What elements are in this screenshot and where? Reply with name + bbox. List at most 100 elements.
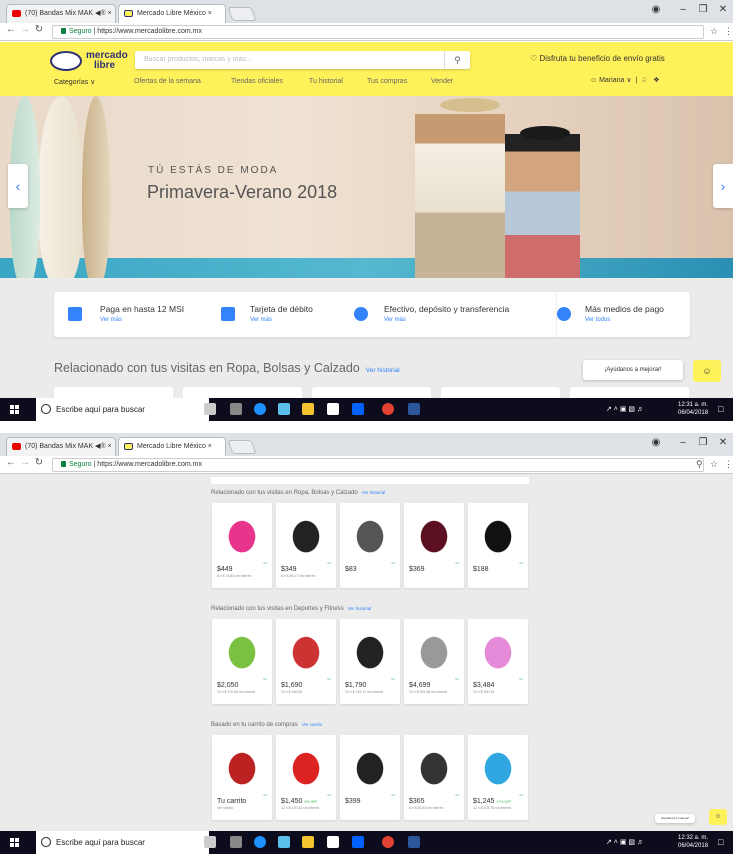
product-card[interactable]: ▭ $349 6 x $ 58.17 sin interés: [276, 503, 336, 588]
menu-historial[interactable]: Tu historial: [309, 78, 343, 85]
feedback-smile-icon[interactable]: ☺: [693, 360, 721, 382]
store-icon[interactable]: [327, 836, 339, 848]
product-card[interactable]: ▭ $369: [404, 503, 464, 588]
section-link[interactable]: Ver historial: [362, 490, 386, 495]
product-image[interactable]: [410, 740, 458, 792]
product-card[interactable]: ▭ $188: [468, 503, 528, 588]
search-icon[interactable]: ⚲: [444, 51, 470, 69]
windows-start-icon[interactable]: [10, 838, 20, 848]
product-image[interactable]: [346, 740, 394, 792]
profile-icon[interactable]: ◉: [645, 0, 667, 20]
notifications-icon[interactable]: □: [718, 398, 723, 421]
taskbar-search-2[interactable]: Escribe aquí para buscar: [36, 831, 209, 854]
taskbar-search[interactable]: Escribe aquí para buscar: [36, 398, 209, 421]
menu-dots-icon[interactable]: ⋮: [724, 26, 733, 37]
minimize-button[interactable]: –: [672, 433, 694, 453]
product-image[interactable]: [218, 624, 266, 676]
product-card[interactable]: ▭ Tu carrito Ver carrito: [212, 735, 272, 820]
people-icon[interactable]: [278, 403, 290, 415]
store-icon[interactable]: [327, 403, 339, 415]
product-image[interactable]: [282, 508, 330, 560]
tab-mercadolibre-2[interactable]: Mercado Libre México ×: [118, 437, 226, 456]
mic-icon[interactable]: [204, 403, 216, 415]
tab-youtube-2[interactable]: (70) Bandas Mix MAK ◀® ×: [6, 437, 116, 456]
ver-historial-link[interactable]: Ver historial: [366, 367, 400, 374]
task-view-icon[interactable]: [230, 403, 242, 415]
user-menu[interactable]: ☺ Mariana ∨ | ♤ ❖: [590, 76, 659, 84]
back-icon[interactable]: ←: [4, 457, 18, 468]
back-icon[interactable]: ←: [4, 24, 18, 35]
system-tray[interactable]: ↗ ˄ ▣ ▧ ♬: [606, 398, 644, 421]
payment-debit[interactable]: Tarjeta de débito Ver más: [221, 292, 351, 337]
notifications-icon[interactable]: □: [718, 831, 723, 854]
product-image[interactable]: [474, 624, 522, 676]
zoom-icon[interactable]: ⚲: [696, 459, 703, 470]
carousel-prev-button[interactable]: ‹: [8, 164, 28, 208]
menu-tiendas[interactable]: Tiendas oficiales: [231, 78, 283, 85]
dropbox-icon[interactable]: [352, 403, 364, 415]
section-link[interactable]: Ver historial: [348, 606, 372, 611]
section-link[interactable]: Ver carrito: [302, 722, 323, 727]
product-image[interactable]: [346, 624, 394, 676]
product-card[interactable]: ▭ $1,790 12 x $ 149.17 sin interés: [340, 619, 400, 704]
product-image[interactable]: [218, 508, 266, 560]
payment-cash[interactable]: Efectivo, depósito y transferencia Ver m…: [354, 292, 539, 337]
windows-start-icon[interactable]: [10, 405, 20, 415]
product-card[interactable]: ▭ $365 6 x $ 60.83 sin interés: [404, 735, 464, 820]
url-field[interactable]: Seguro | https://www.mercadolibre.com.mx: [52, 25, 704, 39]
reload-icon[interactable]: ↻: [32, 457, 46, 468]
menu-compras[interactable]: Tus compras: [367, 78, 407, 85]
tab-youtube[interactable]: (70) Bandas Mix MAK ◀® ×: [6, 4, 116, 23]
cart-icon[interactable]: ❖: [653, 77, 659, 84]
product-image[interactable]: [474, 740, 522, 792]
explorer-icon[interactable]: [302, 836, 314, 848]
chrome-icon[interactable]: [382, 836, 394, 848]
product-image[interactable]: [474, 508, 522, 560]
edge-icon[interactable]: [254, 403, 266, 415]
product-image[interactable]: [282, 624, 330, 676]
product-card[interactable]: ▭ $1,450 9% OFF 12 x $ 120.83 sin interés: [276, 735, 336, 820]
bookmark-star-icon[interactable]: ☆: [710, 26, 718, 37]
free-shipping-banner[interactable]: ♡ Disfruta tu beneficio de envío gratis: [530, 54, 665, 63]
forward-icon[interactable]: →: [18, 24, 32, 35]
menu-dots-icon[interactable]: ⋮: [724, 459, 733, 470]
feedback-button[interactable]: ¡Ayúdanos a mejorar!: [583, 360, 683, 380]
close-window-button[interactable]: ✕: [712, 433, 733, 453]
product-card[interactable]: ▭ $2,050 12 x $ 170.83 sin interés: [212, 619, 272, 704]
maximize-button[interactable]: ❐: [692, 0, 714, 20]
product-card[interactable]: ▭ $4,699 12 x $ 391.58 sin interés: [404, 619, 464, 704]
feedback-button-2[interactable]: ¡Ayúdanos a mejorar!: [655, 814, 695, 823]
search-input[interactable]: Buscar productos, marcas y más... ⚲: [135, 51, 470, 69]
maximize-button[interactable]: ❐: [692, 433, 714, 453]
product-card[interactable]: ▭ $449 6 x $ 74.83 sin interés: [212, 503, 272, 588]
clock[interactable]: 12:31 a. m. 06/04/2018: [678, 401, 708, 417]
product-image[interactable]: [410, 508, 458, 560]
reload-icon[interactable]: ↻: [32, 24, 46, 35]
chrome-icon[interactable]: [382, 403, 394, 415]
bookmark-star-icon[interactable]: ☆: [710, 459, 718, 470]
bell-icon[interactable]: ♤: [641, 77, 647, 84]
people-icon[interactable]: [278, 836, 290, 848]
explorer-icon[interactable]: [302, 403, 314, 415]
minimize-button[interactable]: –: [672, 0, 694, 20]
system-tray[interactable]: ↗ ˄ ▣ ▧ ♬: [606, 831, 644, 854]
menu-vender[interactable]: Vender: [431, 78, 453, 85]
mic-icon[interactable]: [204, 836, 216, 848]
word-icon[interactable]: [408, 836, 420, 848]
product-card[interactable]: ▭ $399: [340, 735, 400, 820]
edge-icon[interactable]: [254, 836, 266, 848]
task-view-icon[interactable]: [230, 836, 242, 848]
tab-mercadolibre[interactable]: Mercado Libre México ×: [118, 4, 226, 23]
clock-2[interactable]: 12:32 a. m. 06/04/2018: [678, 834, 708, 850]
menu-ofertas[interactable]: Ofertas de la semana: [134, 78, 201, 85]
product-image[interactable]: [346, 508, 394, 560]
new-tab-button-2[interactable]: [227, 440, 257, 454]
new-tab-button[interactable]: [227, 7, 257, 21]
word-icon[interactable]: [408, 403, 420, 415]
hero-banner[interactable]: TÚ ESTÁS DE MODA Primavera-Verano 2018: [0, 96, 733, 278]
mercadolibre-logo[interactable]: mercado libre: [50, 49, 130, 73]
product-image[interactable]: [282, 740, 330, 792]
close-window-button[interactable]: ✕: [712, 0, 733, 20]
dropbox-icon[interactable]: [352, 836, 364, 848]
url-field-2[interactable]: Seguro | https://www.mercadolibre.com.mx: [52, 458, 704, 472]
